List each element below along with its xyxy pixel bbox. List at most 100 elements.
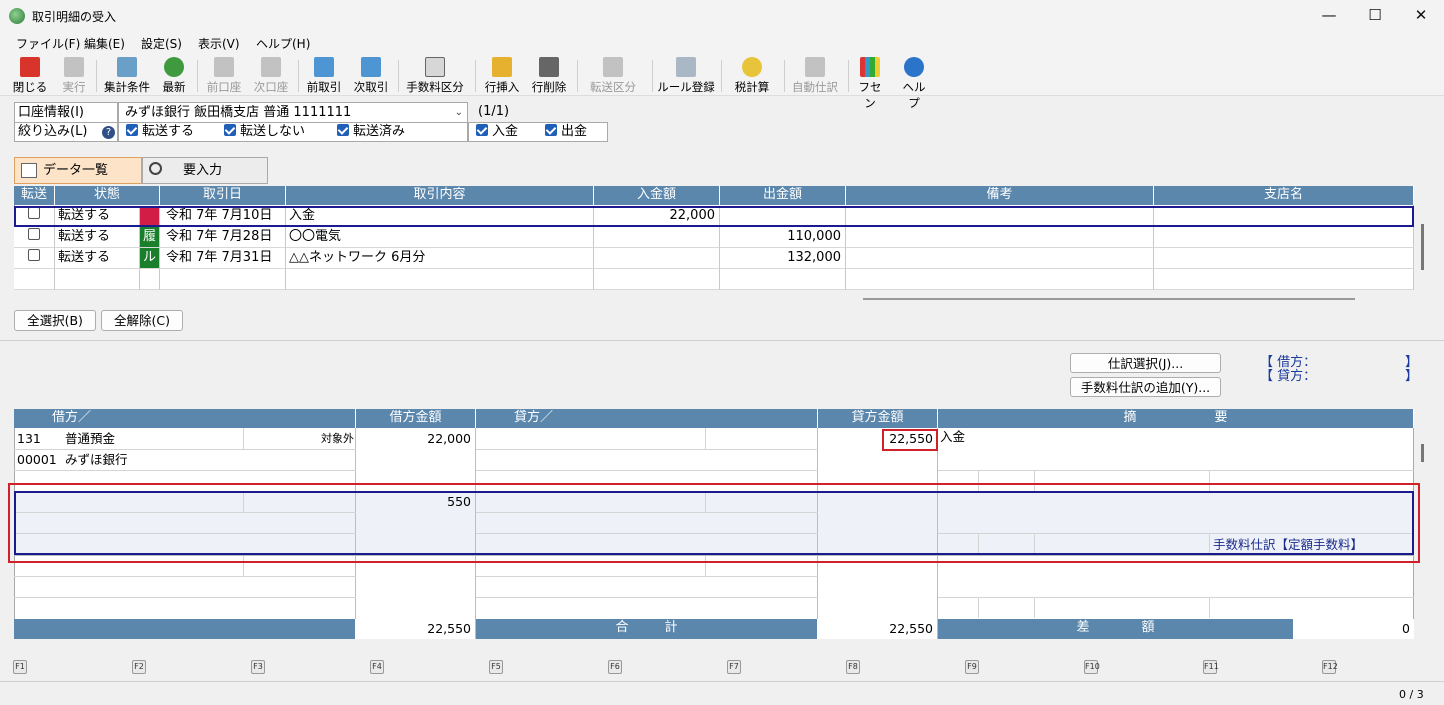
help-icon <box>904 57 924 77</box>
cell-desc: 〇〇電気 <box>286 227 594 248</box>
total-label: 合計 <box>476 619 818 639</box>
filter-status-group: 転送する 転送しない 転送済み <box>118 122 468 142</box>
auto-journal-button[interactable]: 自動仕訳 <box>789 56 841 94</box>
fee-class-button[interactable]: 手数料区分 <box>403 56 467 94</box>
account-label: 口座情報(I) <box>14 102 118 123</box>
arrow-left-icon <box>214 57 234 77</box>
menu-help[interactable]: ヘルプ(H) <box>256 35 310 52</box>
prev-account-label: 前口座 <box>206 80 242 94</box>
cell-status: 転送する <box>55 248 140 269</box>
row-insert-button[interactable]: 行挿入 <box>481 56 523 94</box>
next-account-button[interactable]: 次口座 <box>250 56 292 94</box>
close-icon <box>20 57 40 77</box>
row-delete-label: 行削除 <box>531 80 567 94</box>
filter-label: 絞り込み(L)? <box>14 122 118 142</box>
function-key-f12[interactable]: F12 <box>1322 660 1338 674</box>
function-key-f10[interactable]: F10 <box>1084 660 1100 674</box>
menu-file[interactable]: ファイル(F) <box>16 35 80 52</box>
menu-view[interactable]: 表示(V) <box>198 35 240 52</box>
debit-account-code[interactable]: 131 <box>17 429 41 449</box>
account-select[interactable]: みずほ銀行 飯田橋支店 普通 1111111 ⌄ <box>118 102 468 123</box>
filter-no-transfer-checkbox[interactable]: 転送しない <box>224 123 305 141</box>
prev-account-button[interactable]: 前口座 <box>203 56 245 94</box>
tab-data-list[interactable]: データ一覧 <box>14 157 142 184</box>
cell-date: 令和 7年 7月28日 <box>160 227 286 248</box>
tab-needs-input[interactable]: 要入力 <box>142 157 268 184</box>
col-debit: 借方／ <box>14 409 356 428</box>
help-button[interactable]: ヘルプ <box>897 56 931 110</box>
col-withdrawal: 出金額 <box>720 186 846 205</box>
function-key-f11[interactable]: F11 <box>1203 660 1219 674</box>
maximize-button[interactable]: ☐ <box>1352 0 1398 32</box>
divider <box>0 340 1444 341</box>
debit-sub-name[interactable]: みずほ銀行 <box>65 450 128 470</box>
transfer-class-button[interactable]: 転送区分 <box>583 56 643 94</box>
transfer-checkbox[interactable] <box>28 228 40 240</box>
difference-label-part2: 額 <box>1141 620 1155 635</box>
journal-select-button[interactable]: 仕訳選択(J)... <box>1070 353 1221 373</box>
function-key-f5[interactable]: F5 <box>489 660 503 674</box>
help-icon[interactable]: ? <box>102 126 115 139</box>
credit-summary-close: 】 <box>1405 369 1419 384</box>
cell-in <box>594 227 720 248</box>
function-key-f4[interactable]: F4 <box>370 660 384 674</box>
tab-needs-input-label: 要入力 <box>183 163 223 178</box>
memo[interactable]: 入金 <box>940 427 965 447</box>
select-all-button[interactable]: 全選択(B) <box>14 310 96 331</box>
deselect-all-button[interactable]: 全解除(C) <box>101 310 183 331</box>
function-key-f9[interactable]: F9 <box>965 660 979 674</box>
prev-transaction-button[interactable]: 前取引 <box>303 56 345 94</box>
arrow-down-icon <box>361 57 381 77</box>
credit-summary: 【 貸方： <box>1260 369 1317 384</box>
cell-in <box>594 269 720 290</box>
function-key-f2[interactable]: F2 <box>132 660 146 674</box>
list-scrollbar[interactable] <box>1421 224 1424 270</box>
cell-chk <box>14 248 55 269</box>
total-label-part2: 計 <box>664 620 678 635</box>
filter-transfer-checkbox[interactable]: 転送する <box>126 123 194 141</box>
cell-badge: 履 <box>140 227 160 248</box>
tax-calc-button[interactable]: 税計算 <box>726 56 778 94</box>
difference-label: 差額 <box>938 619 1294 639</box>
transfer-checkbox[interactable] <box>28 249 40 261</box>
rule-register-label: ルール登録 <box>657 80 715 94</box>
debit-tax-class[interactable]: 対象外 <box>300 429 354 449</box>
filter-deposit-checkbox[interactable]: 入金 <box>476 123 518 141</box>
rule-register-button[interactable]: ルール登録 <box>657 56 715 94</box>
function-key-f1[interactable]: F1 <box>13 660 27 674</box>
arrow-right-icon <box>64 57 84 77</box>
app-icon <box>9 8 25 24</box>
difference-value: 0 <box>1294 619 1414 639</box>
list-hscrollbar[interactable] <box>863 298 1355 300</box>
row-delete-button[interactable]: 行削除 <box>528 56 570 94</box>
fusen-button[interactable]: フセン <box>853 56 887 110</box>
aggregate-label: 集計条件 <box>104 80 150 94</box>
menu-settings[interactable]: 設定(S) <box>141 35 182 52</box>
debit-amount[interactable]: 22,000 <box>356 429 475 449</box>
col-status: 状態 <box>55 186 160 205</box>
journal-scrollbar[interactable] <box>1421 444 1424 462</box>
fusen-label: フセン <box>858 80 882 110</box>
function-key-f7[interactable]: F7 <box>727 660 741 674</box>
close-window-button[interactable]: ✕ <box>1398 0 1444 32</box>
add-fee-journal-button[interactable]: 手数料仕訳の追加(Y)... <box>1070 377 1221 397</box>
run-button[interactable]: 実行 <box>58 56 90 94</box>
arrow-right-icon <box>261 57 281 77</box>
refresh-button[interactable]: 最新 <box>158 56 190 94</box>
function-key-f8[interactable]: F8 <box>846 660 860 674</box>
debit-sub-code[interactable]: 00001 <box>17 450 57 470</box>
debit-account-name[interactable]: 普通預金 <box>65 429 115 449</box>
next-transaction-button[interactable]: 次取引 <box>350 56 392 94</box>
fee-class-label: 手数料区分 <box>406 80 464 94</box>
function-key-f6[interactable]: F6 <box>608 660 622 674</box>
fee-row-highlight <box>8 483 1420 563</box>
minimize-button[interactable]: — <box>1306 0 1352 32</box>
filter-transferred-checkbox[interactable]: 転送済み <box>337 123 405 141</box>
document-icon <box>425 57 445 77</box>
aggregate-conditions-button[interactable]: 集計条件 <box>101 56 153 94</box>
transfer-class-label: 転送区分 <box>590 80 636 94</box>
close-button[interactable]: 閉じる <box>12 56 48 94</box>
menu-edit[interactable]: 編集(E) <box>84 35 125 52</box>
filter-withdrawal-checkbox[interactable]: 出金 <box>545 123 587 141</box>
function-key-f3[interactable]: F3 <box>251 660 265 674</box>
